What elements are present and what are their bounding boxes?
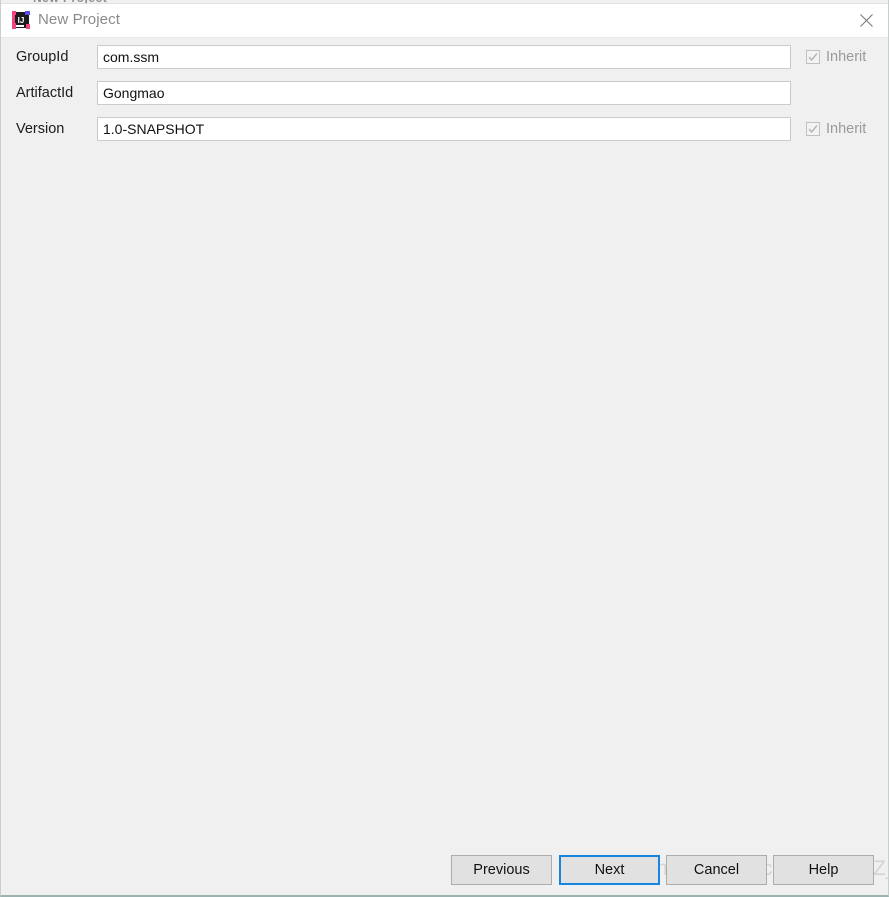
previous-button[interactable]: Previous <box>451 855 552 885</box>
form-row-artifactid: ArtifactId <box>1 75 888 111</box>
checkbox-checked-icon <box>806 50 820 64</box>
checkbox-checked-icon <box>806 122 820 136</box>
maven-coordinates-form: GroupId Inherit ArtifactId Version <box>1 39 888 147</box>
form-row-groupid: GroupId Inherit <box>1 39 888 75</box>
version-input[interactable] <box>97 117 791 141</box>
intellij-idea-icon: IJ <box>11 10 31 30</box>
svg-text:IJ: IJ <box>18 16 25 25</box>
groupid-inherit-label: Inherit <box>826 49 867 65</box>
artifactid-input[interactable] <box>97 81 791 105</box>
form-row-version: Version Inherit <box>1 111 888 147</box>
groupid-inherit-checkbox[interactable]: Inherit <box>806 45 866 69</box>
close-icon <box>859 14 873 27</box>
new-project-dialog: New Project IJ New Project <box>0 0 889 897</box>
groupid-input[interactable] <box>97 45 791 69</box>
help-button[interactable]: Help <box>773 855 874 885</box>
close-button[interactable] <box>842 4 888 37</box>
window-title: New Project <box>38 11 120 28</box>
version-inherit-checkbox[interactable]: Inherit <box>806 117 866 141</box>
next-button[interactable]: Next <box>559 855 660 885</box>
version-inherit-label: Inherit <box>826 121 867 137</box>
artifactid-label: ArtifactId <box>16 85 74 101</box>
groupid-label: GroupId <box>16 49 69 65</box>
version-label: Version <box>16 121 65 137</box>
titlebar: IJ New Project <box>1 4 888 38</box>
cancel-button[interactable]: Cancel <box>666 855 767 885</box>
dialog-button-bar: Previous Next Cancel Help <box>1 855 888 887</box>
